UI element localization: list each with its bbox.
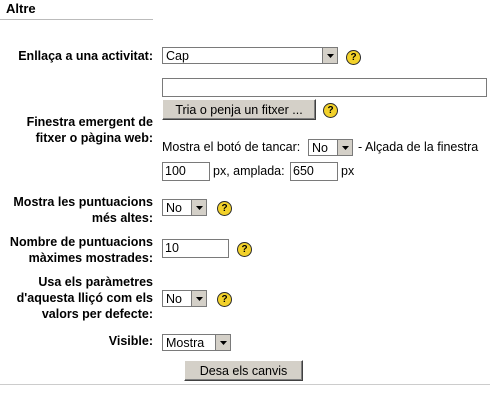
chevron-down-icon[interactable] bbox=[337, 140, 352, 155]
chevron-down-icon[interactable] bbox=[215, 335, 230, 350]
use-defaults-label: Usa els paràmetres d'aquesta lliçó com e… bbox=[17, 274, 153, 322]
close-button-select[interactable]: No bbox=[308, 139, 353, 156]
help-icon[interactable]: ? bbox=[217, 292, 232, 307]
use-defaults-label-line3: valors per defecte: bbox=[41, 307, 153, 321]
max-high-scores-label: Nombre de puntuacions màximes mostrades: bbox=[10, 234, 153, 266]
chevron-down-icon[interactable] bbox=[191, 291, 206, 306]
show-high-scores-label-line2: més altes: bbox=[91, 211, 153, 225]
window-height-text: - Alçada de la finestra bbox=[358, 140, 479, 154]
help-icon[interactable]: ? bbox=[237, 242, 252, 257]
help-icon[interactable]: ? bbox=[217, 201, 232, 216]
show-high-scores-label: Mostra les puntuacions més altes: bbox=[13, 194, 153, 226]
help-icon[interactable]: ? bbox=[323, 103, 338, 118]
file-url-input[interactable] bbox=[162, 78, 487, 97]
show-high-scores-value: No bbox=[166, 200, 182, 215]
close-button-value: No bbox=[312, 140, 328, 155]
legend-divider bbox=[0, 19, 153, 20]
bottom-divider bbox=[0, 384, 490, 385]
show-high-scores-select[interactable]: No bbox=[162, 199, 207, 216]
popup-file-label-line2: fitxer o pàgina web: bbox=[35, 131, 153, 145]
max-high-scores-label-line2: màximes mostrades: bbox=[28, 251, 153, 265]
max-high-scores-input[interactable]: 10 bbox=[162, 239, 229, 258]
activity-link-value: Cap bbox=[166, 48, 189, 63]
visible-value: Mostra bbox=[166, 335, 205, 350]
section-legend: Altre bbox=[6, 1, 36, 16]
max-high-scores-label-line1: Nombre de puntuacions bbox=[9, 235, 153, 249]
use-defaults-select[interactable]: No bbox=[162, 290, 207, 307]
popup-file-label-line1: Finestra emergent de bbox=[26, 115, 153, 129]
close-button-text: Mostra el botó de tancar: bbox=[162, 140, 301, 154]
window-height-input[interactable]: 100 bbox=[162, 162, 210, 181]
use-defaults-label-line2: d'aquesta lliçó com els bbox=[16, 291, 153, 305]
chevron-down-icon[interactable] bbox=[322, 48, 337, 63]
use-defaults-value: No bbox=[166, 291, 182, 306]
popup-file-label: Finestra emergent de fitxer o pàgina web… bbox=[27, 114, 153, 146]
chevron-down-icon[interactable] bbox=[191, 200, 206, 215]
visible-select[interactable]: Mostra bbox=[162, 334, 231, 351]
window-width-input[interactable]: 650 bbox=[290, 162, 338, 181]
show-high-scores-label-line1: Mostra les puntuacions bbox=[13, 195, 153, 209]
activity-link-label: Enllaça a una activitat: bbox=[18, 49, 153, 63]
activity-link-select[interactable]: Cap bbox=[162, 47, 338, 64]
window-width-text: px, amplada: bbox=[213, 164, 285, 178]
help-icon[interactable]: ? bbox=[346, 50, 361, 65]
use-defaults-label-line1: Usa els paràmetres bbox=[38, 275, 153, 289]
choose-file-button[interactable]: Tria o penja un fitxer ... bbox=[162, 99, 316, 120]
save-changes-button[interactable]: Desa els canvis bbox=[184, 360, 303, 381]
window-width-unit: px bbox=[341, 164, 355, 178]
visible-label: Visible: bbox=[108, 334, 153, 348]
